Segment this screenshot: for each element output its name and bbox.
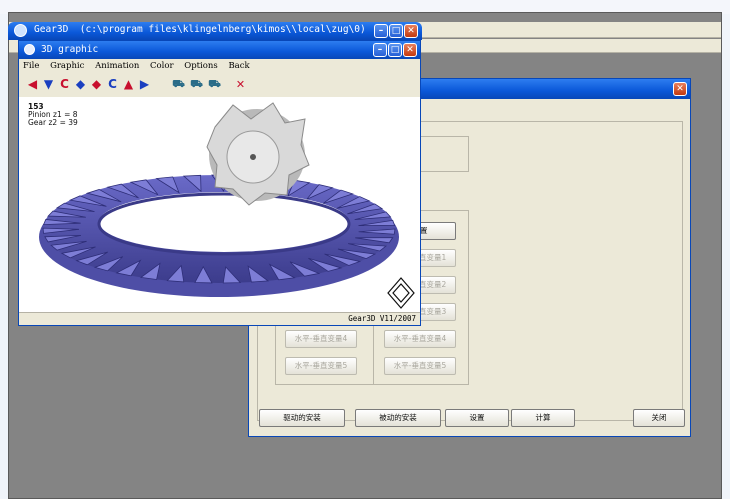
graphic-menubar: File Graphic Animation Color Options Bac… xyxy=(19,59,420,73)
close-button[interactable]: 关闭 xyxy=(633,409,685,427)
graphic-close-button[interactable]: ✕ xyxy=(403,43,417,57)
view-1-icon[interactable]: ⛟ xyxy=(171,77,186,92)
variant-button-4-left[interactable]: 水平-垂直变量4 xyxy=(285,330,357,348)
graphic-window-titlebar: 3D graphic – □ ✕ xyxy=(19,41,420,59)
menu-color[interactable]: Color xyxy=(150,61,174,71)
graphic-app-icon xyxy=(24,44,35,55)
graphic-statusbar: Gear3D V11/2007 xyxy=(19,312,420,325)
view-3-icon[interactable]: ⛟ xyxy=(207,77,222,92)
rotate-right-icon[interactable]: ▶ xyxy=(137,77,152,92)
ring-gear-bore xyxy=(99,192,349,252)
rotate-up-icon[interactable]: ▲ xyxy=(121,77,136,92)
gear3d-minimize-button[interactable]: – xyxy=(374,24,388,38)
gear3d-close-button[interactable]: ✕ xyxy=(404,24,418,38)
variant-button-4-right[interactable]: 水平-垂直变量4 xyxy=(384,330,456,348)
bottom-setup-button[interactable]: 设置 xyxy=(445,409,509,427)
graphic-maximize-button[interactable]: □ xyxy=(388,43,402,57)
graphic-window: 3D graphic – □ ✕ File Graphic Animation … xyxy=(18,40,421,326)
close-view-icon[interactable]: ✕ xyxy=(233,77,248,92)
menu-graphic[interactable]: Graphic xyxy=(50,61,84,71)
rotate-down-icon[interactable]: ▼ xyxy=(41,77,56,92)
calculate-button[interactable]: 计算 xyxy=(511,409,575,427)
gear-render xyxy=(39,102,415,309)
menu-options[interactable]: Options xyxy=(184,61,218,71)
variant-button-5-right[interactable]: 水平-垂直变量5 xyxy=(384,357,456,375)
dialog-close-button[interactable]: ✕ xyxy=(673,82,687,96)
menu-back[interactable]: Back xyxy=(228,61,249,71)
rotate-ccw-icon[interactable]: C xyxy=(57,77,72,92)
menu-animation[interactable]: Animation xyxy=(95,61,139,71)
graphic-window-title: 3D graphic xyxy=(41,44,99,55)
graphic-toolbar: ◀ ▼ C ◆ ◆ C ▲ ▶ ⛟ ⛟ ⛟ ✕ xyxy=(19,73,420,97)
gear3d-logo-icon xyxy=(387,277,415,309)
graphic-minimize-button[interactable]: – xyxy=(373,43,387,57)
menu-file[interactable]: File xyxy=(23,61,39,71)
rotate-left-icon[interactable]: ◀ xyxy=(25,77,40,92)
driven-install-button[interactable]: 被动的安装 xyxy=(355,409,441,427)
diamond-1-icon[interactable]: ◆ xyxy=(73,77,88,92)
drive-install-button[interactable]: 驱动的安装 xyxy=(259,409,345,427)
gear3d-app-icon xyxy=(14,24,27,37)
view-2-icon[interactable]: ⛟ xyxy=(189,77,204,92)
gear3d-maximize-button[interactable]: □ xyxy=(389,24,403,38)
gear-3d-canvas[interactable]: 153 Pinion z1 = 8 Gear z2 = 39 xyxy=(19,97,420,312)
gear3d-window-title: Gear3D (c:\program files\klingelnberg\ki… xyxy=(34,24,366,35)
diamond-2-icon[interactable]: ◆ xyxy=(89,77,104,92)
rotate-cw-icon[interactable]: C xyxy=(105,77,120,92)
variant-button-5-left[interactable]: 水平-垂直变量5 xyxy=(285,357,357,375)
gear3d-window-titlebar: Gear3D (c:\program files\klingelnberg\ki… xyxy=(8,22,422,40)
